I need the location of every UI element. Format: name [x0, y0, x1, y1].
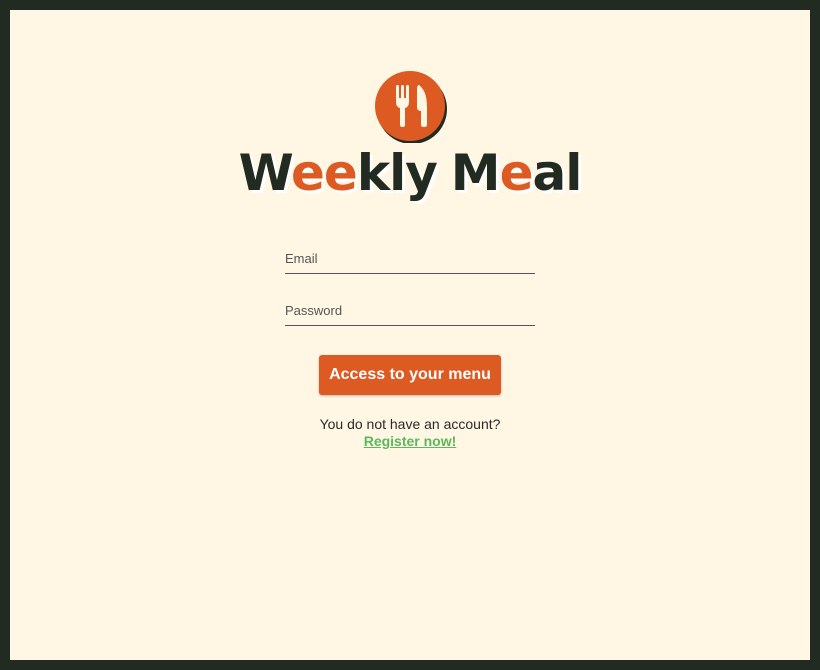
app-title-part: al: [532, 144, 582, 202]
password-input[interactable]: [285, 295, 535, 326]
no-account-text: You do not have an account?: [319, 416, 501, 432]
app-title-part: W: [238, 144, 292, 202]
app-title-accent: ee: [290, 144, 358, 202]
app-title-part: kly: [356, 144, 438, 202]
email-input[interactable]: [285, 243, 535, 274]
app-title: Weekly Meal: [10, 144, 810, 202]
app-title-accent: e: [499, 144, 534, 202]
app-title-part: M: [450, 144, 501, 202]
login-button[interactable]: Access to your menu: [319, 355, 501, 395]
register-container: Register now!: [10, 433, 810, 449]
register-link[interactable]: Register now!: [364, 433, 457, 449]
login-page: WeeklyMeal Access to your menu You do no…: [10, 10, 810, 660]
fork-knife-icon: [375, 71, 447, 143]
